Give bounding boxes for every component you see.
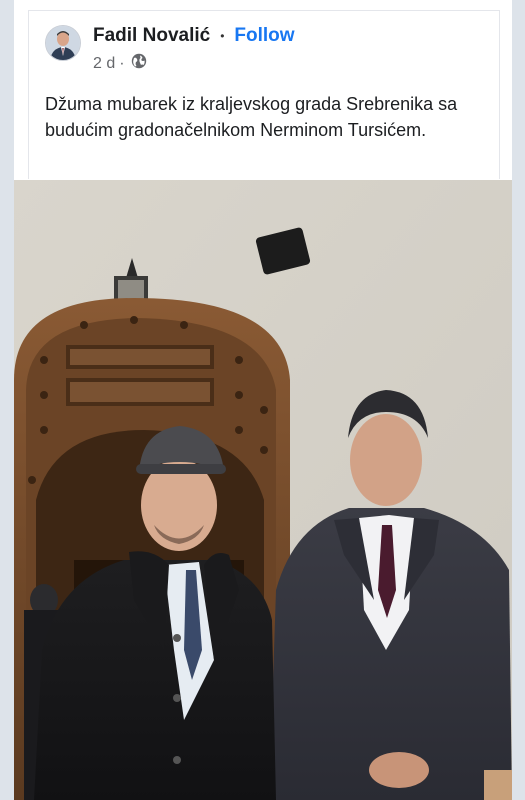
avatar[interactable] (45, 25, 81, 61)
post-photo[interactable] (14, 180, 512, 800)
post-card: Fadil Novalić • Follow 2 d · Džuma mubar… (14, 0, 512, 800)
time-row: 2 d · (93, 53, 295, 74)
follow-button[interactable]: Follow (234, 25, 294, 47)
name-separator: • (220, 29, 225, 43)
time-separator: · (119, 54, 125, 72)
avatar-image (46, 26, 80, 60)
author-name[interactable]: Fadil Novalić (93, 25, 210, 47)
globe-icon (131, 53, 147, 74)
photo-image (14, 180, 512, 800)
post-timestamp[interactable]: 2 d (93, 55, 115, 73)
name-row: Fadil Novalić • Follow (93, 25, 295, 47)
post-meta: Fadil Novalić • Follow 2 d · (93, 25, 295, 74)
post-caption: Džuma mubarek iz kraljevskog grada Srebr… (45, 94, 458, 140)
post-header-area: Fadil Novalić • Follow 2 d · Džuma mubar… (28, 10, 500, 179)
post-header: Fadil Novalić • Follow 2 d · (45, 25, 295, 74)
